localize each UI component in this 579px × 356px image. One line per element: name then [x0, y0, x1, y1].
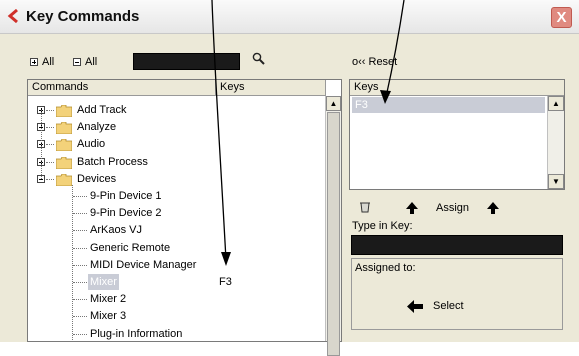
tree-item-label: Batch Process: [77, 155, 148, 168]
title-bar: Key Commands X: [0, 0, 579, 34]
expand-all-button[interactable]: All: [30, 56, 54, 68]
tree-item-label: Devices: [77, 172, 117, 185]
close-icon: X: [556, 9, 567, 26]
tree-item-label: Plug-in Information: [90, 327, 183, 340]
window-title: Key Commands: [26, 8, 140, 25]
tree-item-label: Generic Remote: [90, 241, 171, 254]
select-button[interactable]: Select: [433, 300, 464, 312]
tree-item-label: Analyze: [77, 121, 117, 134]
tree-item-label: 9-Pin Device 1: [90, 190, 162, 202]
tree-item-label: Mixer 3: [90, 310, 127, 323]
collapse-all-button[interactable]: All: [73, 56, 97, 68]
tree-folder-row[interactable]: Analyze: [28, 119, 326, 136]
tree-folder-row[interactable]: Audio: [28, 136, 326, 153]
tree-connector: [73, 299, 87, 301]
keys-column-header[interactable]: Keys: [216, 80, 326, 96]
folder-icon: [56, 173, 72, 186]
collapse-all-label: All: [85, 56, 98, 68]
tree-folder-row[interactable]: Add Track: [28, 102, 326, 119]
tree-connector: [46, 161, 54, 163]
assign-row: Assign: [349, 198, 565, 218]
tree-vertical-connector: [41, 110, 42, 179]
tree-connector: [73, 230, 87, 232]
scroll-down-arrow-icon[interactable]: ▼: [548, 174, 564, 189]
key-commands-window: Key Commands X All All o‹‹ Reset Command…: [0, 0, 579, 356]
keys-panel-header: Keys: [350, 80, 564, 96]
tree-connector: [73, 213, 87, 215]
assign-button[interactable]: Assign: [436, 202, 469, 214]
reset-button[interactable]: o‹‹ Reset: [352, 56, 397, 68]
folder-icon: [56, 156, 72, 169]
tree-connector: [73, 264, 87, 266]
tree-folder-row[interactable]: Batch Process: [28, 154, 326, 171]
commands-panel: Commands Keys Add Track Analyze Audio Batch…: [27, 79, 342, 356]
assigned-to-label: Assigned to:: [355, 262, 416, 274]
arrow-left-icon: [407, 300, 423, 313]
scroll-up-arrow-icon[interactable]: ▲: [548, 96, 564, 111]
cubase-logo-icon: [7, 9, 18, 23]
type-in-key-field[interactable]: [351, 235, 563, 255]
tree-vertical-connector: [72, 184, 73, 340]
tree-connector: [46, 178, 54, 180]
folder-icon: [56, 122, 72, 135]
tree-connector: [46, 110, 54, 111]
scroll-thumb[interactable]: [327, 112, 340, 356]
tree-item-label: Mixer: [88, 274, 119, 290]
arrow-up-icon: [487, 202, 499, 214]
tree-item-key: F3: [219, 276, 232, 288]
expand-all-label: All: [42, 56, 55, 68]
assigned-to-box: Assigned to: Select: [351, 258, 563, 330]
tree-connector: [73, 282, 87, 283]
tree-item-label: ArKaos VJ: [90, 224, 142, 237]
tree-connector: [73, 196, 87, 197]
collapse-icon: [73, 58, 81, 67]
arrow-up-icon: [406, 202, 418, 214]
folder-icon: [56, 105, 72, 117]
tree-connector: [73, 316, 87, 318]
tree-item-label: MIDI Device Manager: [90, 258, 197, 271]
tree-connector: [46, 144, 54, 146]
tree-connector: [73, 247, 87, 249]
close-button[interactable]: X: [551, 7, 572, 28]
commands-column-header[interactable]: Commands: [28, 80, 216, 96]
type-in-key-label: Type in Key:: [352, 220, 413, 232]
tree-item-label: Mixer 2: [90, 293, 127, 306]
expand-icon: [30, 58, 38, 67]
tree-connector: [73, 333, 87, 335]
keys-scrollbar[interactable]: ▲ ▼: [547, 96, 564, 189]
tree-item-label: Add Track: [77, 104, 127, 116]
tree-item-label: 9-Pin Device 2: [90, 207, 162, 220]
tree-item-label: Audio: [77, 138, 106, 151]
search-input[interactable]: [133, 53, 240, 70]
keys-panel: Keys F3 ▲ ▼: [349, 79, 565, 190]
scroll-up-arrow-icon[interactable]: ▲: [326, 96, 341, 111]
search-icon[interactable]: [252, 52, 266, 66]
tree-connector: [46, 127, 54, 129]
delete-key-icon[interactable]: [358, 200, 372, 214]
key-item-selected[interactable]: F3: [352, 97, 545, 113]
commands-scrollbar[interactable]: ▲: [325, 96, 341, 356]
folder-icon: [56, 139, 72, 152]
